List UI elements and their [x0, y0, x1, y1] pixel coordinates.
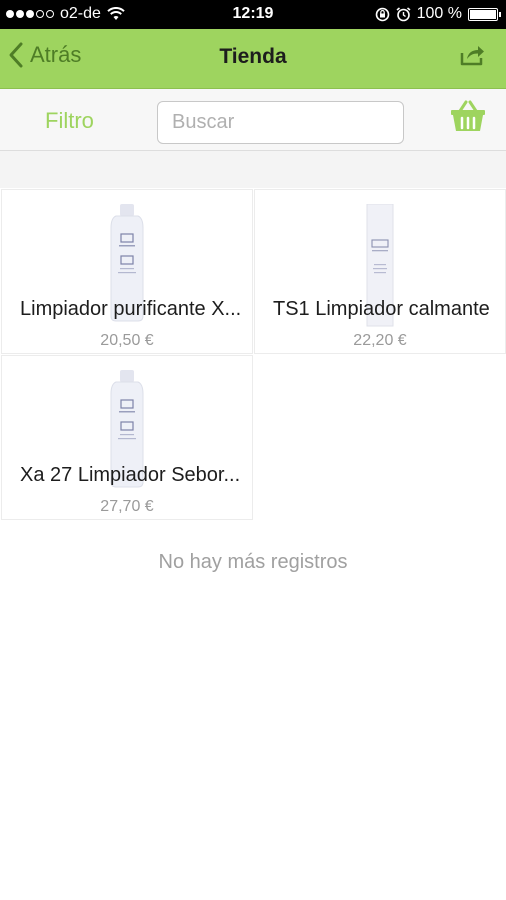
product-card[interactable]: Limpiador purificante X... 20,50 €	[1, 189, 253, 354]
search-input[interactable]	[157, 101, 404, 144]
battery-percent: 100 %	[416, 5, 462, 22]
product-name: TS1 Limpiador calmante	[273, 298, 490, 320]
product-price: 27,70 €	[100, 498, 154, 515]
status-right: 100 %	[375, 5, 501, 23]
product-price: 20,50 €	[100, 332, 154, 349]
navigation-bar: Atrás Tienda	[0, 29, 506, 89]
product-name: Limpiador purificante X...	[20, 298, 242, 320]
back-label: Atrás	[30, 42, 82, 67]
end-of-list-message: No hay más registros	[158, 551, 348, 573]
rotation-lock-icon	[375, 7, 389, 21]
share-button[interactable]	[460, 43, 486, 72]
share-icon	[460, 46, 484, 66]
chevron-left-icon	[9, 42, 23, 68]
section-spacer	[0, 151, 506, 188]
basket-icon	[451, 100, 485, 131]
search-row: Filtro	[0, 89, 506, 151]
filter-button[interactable]: Filtro	[45, 108, 94, 134]
status-bar: o2-de 12:19 100 %	[0, 0, 506, 29]
back-button[interactable]: Atrás	[8, 41, 81, 69]
product-card[interactable]: Xa 27 Limpiador Sebor... 27,70 €	[1, 355, 253, 520]
product-card[interactable]: TS1 Limpiador calmante 22,20 €	[254, 189, 506, 354]
product-price: 22,20 €	[353, 332, 407, 349]
alarm-icon	[396, 6, 411, 21]
product-name: Xa 27 Limpiador Sebor...	[20, 464, 241, 486]
battery-fill	[470, 9, 496, 19]
battery-icon	[468, 7, 501, 21]
basket-button[interactable]	[450, 100, 486, 137]
